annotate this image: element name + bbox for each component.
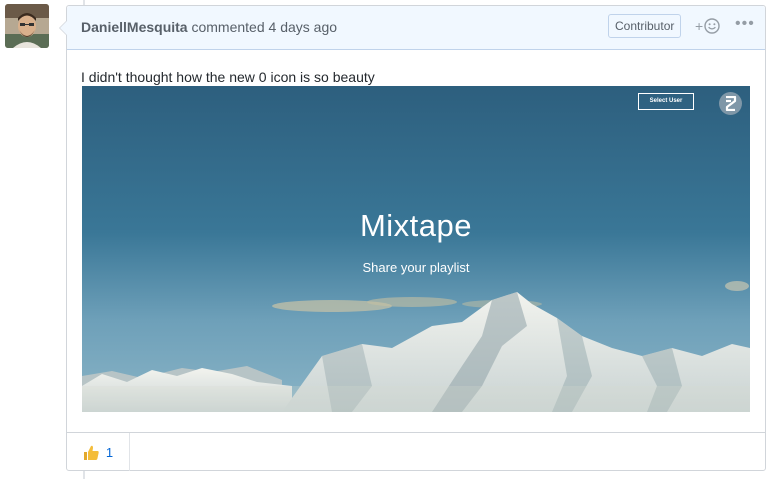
comment-box: DaniellMesquita commented 4 days ago Con… [59,5,766,471]
hero-subtitle: Share your playlist [362,260,470,275]
thumbs-up-icon [83,445,99,460]
mixtape-logo-icon [719,92,742,115]
comment-meta: DaniellMesquita commented 4 days ago [81,19,337,35]
avatar-image [5,4,49,48]
select-user-button: Select User [638,93,694,110]
more-options-button[interactable]: ••• [735,15,755,33]
comment-time[interactable]: 4 days ago [269,19,338,35]
embedded-screenshot[interactable]: Select User Mixtape Share your playlist [82,86,750,412]
author-link[interactable]: DaniellMesquita [81,19,188,35]
reaction-count: 1 [105,444,114,460]
mountain-background [82,86,750,412]
hero-title: Mixtape [359,208,473,243]
comment-header: DaniellMesquita commented 4 days ago Con… [67,6,765,50]
thumbs-up-reaction[interactable]: 1 [67,433,130,471]
add-reaction-button[interactable]: + [695,18,720,34]
comment-action: commented [191,19,265,35]
avatar[interactable] [5,4,49,48]
reactions-bar: 1 [67,432,765,471]
add-reaction-plus: + [695,18,704,34]
comment-text: I didn't thought how the new 0 icon is s… [81,69,375,85]
smiley-icon [704,18,720,34]
contributor-badge: Contributor [608,14,682,38]
